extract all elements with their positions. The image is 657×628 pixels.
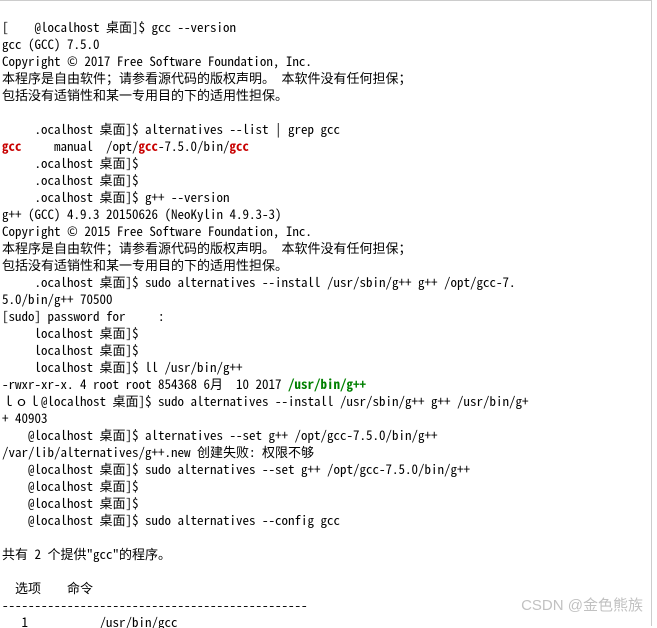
output-line: 共有 2 个提供"gcc"的程序。	[2, 544, 171, 563]
cmd-text: sudo alternatives --set g++ /opt/gcc-7.5…	[145, 459, 470, 478]
cmd-text: sudo alternatives --install /usr/sbin/g+…	[158, 391, 529, 410]
table-row: 1 /usr/bin/gcc	[2, 612, 178, 628]
prompt: @localhost 桌面]$	[2, 510, 145, 529]
cmd-text: sudo alternatives --config gcc	[145, 510, 340, 529]
gcc-highlight: gcc	[230, 136, 250, 155]
output-line: 包括没有适销性和某一专用目的下的适用性担保。	[2, 85, 288, 104]
terminal-window[interactable]: [ @localhost 桌面]$ gcc --version gcc (GCC…	[0, 0, 652, 626]
cmd-text: sudo alternatives --install /usr/sbin/g+…	[145, 272, 516, 291]
watermark: CSDN @金色熊族	[521, 597, 643, 614]
cmd-text: gcc --version	[152, 17, 237, 36]
output-text: -7.5.0/bin/	[158, 136, 230, 155]
